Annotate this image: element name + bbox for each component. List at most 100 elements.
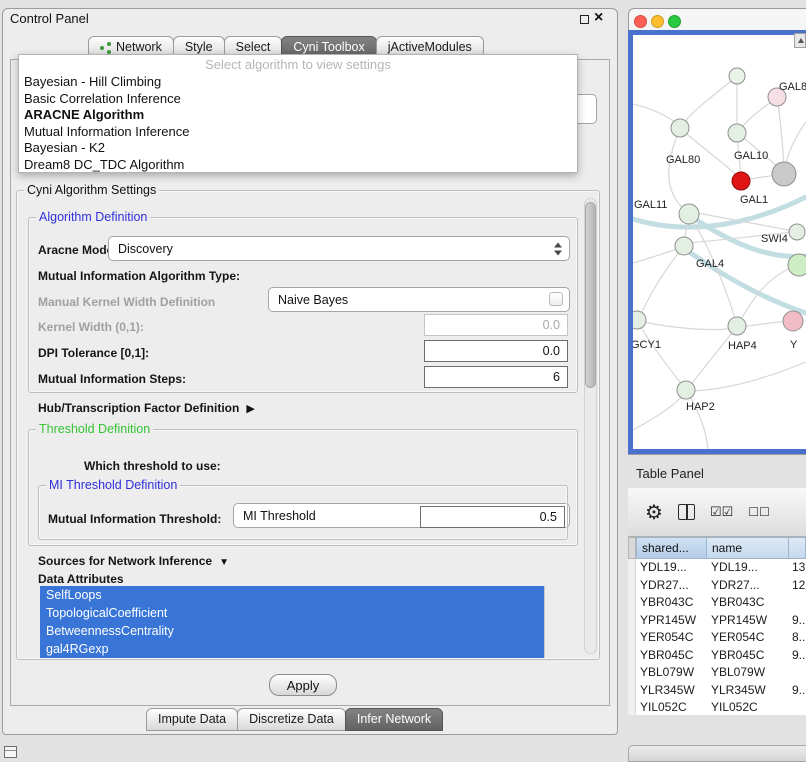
mi-steps-field[interactable]: 6 bbox=[424, 366, 568, 388]
table-row[interactable]: YDL19...YDL19...13... bbox=[628, 559, 806, 577]
network-edge[interactable] bbox=[640, 247, 683, 317]
mi-threshold-value: 0.5 bbox=[540, 510, 557, 524]
algorithm-option[interactable]: Bayesian - Hill Climbing bbox=[19, 74, 577, 91]
network-node[interactable] bbox=[679, 204, 699, 224]
network-edge[interactable] bbox=[777, 97, 784, 170]
column-header-shared-name[interactable]: shared... bbox=[636, 537, 707, 559]
network-edge[interactable] bbox=[633, 394, 684, 430]
kernel-width-field[interactable]: 0.0 bbox=[424, 314, 568, 336]
close-window-icon[interactable] bbox=[594, 9, 603, 27]
hub-section-toggle[interactable]: Hub/Transcription Factor Definition bbox=[38, 399, 255, 417]
unchecked-columns-icon[interactable] bbox=[748, 503, 770, 521]
dpi-tolerance-field[interactable]: 0.0 bbox=[424, 340, 568, 362]
mi-type-select[interactable]: Naive Bayes bbox=[268, 287, 570, 312]
network-node[interactable] bbox=[728, 317, 746, 335]
sources-section-toggle[interactable]: Sources for Network Inference bbox=[38, 552, 229, 570]
cell-name: YBL079W bbox=[707, 664, 790, 682]
table-header-row: shared... name bbox=[628, 537, 806, 559]
aracne-mode-select[interactable]: Discovery bbox=[108, 236, 570, 261]
network-edge[interactable] bbox=[638, 322, 683, 386]
row-gutter bbox=[628, 559, 636, 577]
cell-extra: 9... bbox=[790, 682, 806, 700]
attribute-list-scrollbar[interactable] bbox=[544, 586, 557, 658]
table-row[interactable]: YPR145WYPR145W9... bbox=[628, 612, 806, 630]
algorithm-option[interactable]: Bayesian - K2 bbox=[19, 140, 577, 157]
network-edge[interactable] bbox=[633, 104, 678, 124]
tab-infer-network[interactable]: Infer Network bbox=[345, 708, 443, 731]
attribute-item[interactable]: SelfLoops bbox=[40, 586, 545, 604]
network-edge[interactable] bbox=[682, 76, 737, 126]
algorithm-option[interactable]: Basic Correlation Inference bbox=[19, 91, 577, 108]
column-header-extra[interactable] bbox=[788, 537, 806, 559]
collapse-arrow-icon bbox=[219, 552, 229, 570]
node-label: GAL8 bbox=[779, 81, 806, 93]
network-node[interactable] bbox=[732, 172, 750, 190]
apply-button[interactable]: Apply bbox=[269, 674, 337, 696]
node-label: GAL10 bbox=[734, 150, 768, 162]
cell-name: YPR145W bbox=[707, 612, 790, 630]
network-node[interactable] bbox=[772, 162, 796, 186]
network-edge[interactable] bbox=[740, 321, 790, 327]
network-node[interactable] bbox=[783, 311, 803, 331]
minimized-panel-icon[interactable] bbox=[4, 746, 17, 758]
table-row[interactable]: YBR043CYBR043C bbox=[628, 594, 806, 612]
cell-shared-name: YDL19... bbox=[636, 559, 707, 577]
data-attribute-list: SelfLoopsTopologicalCoefficientBetweenne… bbox=[40, 586, 557, 658]
attribute-item[interactable]: BetweennessCentrality bbox=[40, 622, 545, 640]
sources-section-label: Sources for Network Inference bbox=[38, 554, 212, 568]
network-node[interactable] bbox=[671, 119, 689, 137]
cell-extra bbox=[790, 664, 806, 682]
network-node[interactable] bbox=[789, 224, 805, 240]
tab-impute-data[interactable]: Impute Data bbox=[146, 708, 238, 731]
table-toolbar bbox=[628, 488, 806, 537]
table-row[interactable]: YBR045CYBR045C9... bbox=[628, 647, 806, 665]
algorithm-option[interactable]: ARACNE Algorithm bbox=[19, 107, 577, 124]
network-node[interactable] bbox=[675, 237, 693, 255]
algorithm-option[interactable]: Mutual Information Inference bbox=[19, 124, 577, 141]
attribute-item[interactable]: gal4RGexp bbox=[40, 640, 545, 658]
network-node[interactable] bbox=[728, 124, 746, 142]
columns-icon[interactable] bbox=[678, 504, 695, 520]
network-node[interactable] bbox=[633, 311, 646, 329]
table-row[interactable]: YER054CYER054C8... bbox=[628, 629, 806, 647]
column-header-name[interactable]: name bbox=[706, 537, 789, 559]
close-traffic-light-icon[interactable] bbox=[634, 15, 647, 28]
cell-name: YDR27... bbox=[707, 577, 790, 595]
cell-extra: 9... bbox=[790, 647, 806, 665]
settings-scrollbar-thumb[interactable] bbox=[585, 202, 596, 388]
table-row[interactable]: YIL052CYIL052C bbox=[628, 699, 806, 715]
manual-kernel-checkbox[interactable] bbox=[549, 292, 563, 306]
network-edge[interactable] bbox=[689, 328, 736, 387]
checked-columns-icon[interactable] bbox=[710, 503, 733, 521]
mi-threshold-field[interactable]: 0.5 bbox=[420, 506, 565, 528]
network-canvas-svg[interactable]: GAL8GAL80GAL10GAL11GAL1SWI4GAL4GCY1HAP4Y… bbox=[633, 35, 806, 449]
cell-name: YBR045C bbox=[707, 647, 790, 665]
cell-extra: 12... bbox=[790, 577, 806, 595]
tab-discretize-data[interactable]: Discretize Data bbox=[237, 708, 346, 731]
network-edge[interactable] bbox=[639, 321, 734, 330]
network-node[interactable] bbox=[729, 68, 745, 84]
cell-name: YER054C bbox=[707, 629, 790, 647]
aracne-mode-label: Aracne Mode: bbox=[38, 243, 117, 257]
control-panel-title: Control Panel bbox=[10, 11, 89, 26]
gear-icon[interactable] bbox=[645, 500, 663, 525]
table-row[interactable]: YBL079WYBL079W bbox=[628, 664, 806, 682]
float-window-icon[interactable] bbox=[580, 15, 589, 24]
row-gutter bbox=[628, 612, 636, 630]
attribute-item[interactable]: TopologicalCoefficient bbox=[40, 604, 545, 622]
table-row[interactable]: YLR345WYLR345W9... bbox=[628, 682, 806, 700]
network-edge[interactable] bbox=[669, 128, 686, 211]
node-label: SWI4 bbox=[761, 233, 788, 245]
table-row[interactable]: YDR27...YDR27...12... bbox=[628, 577, 806, 595]
algorithm-option[interactable]: Dream8 DC_TDC Algorithm bbox=[19, 157, 577, 174]
node-label: GAL80 bbox=[666, 154, 700, 166]
network-node[interactable] bbox=[788, 254, 806, 276]
cell-shared-name: YER054C bbox=[636, 629, 707, 647]
minimize-traffic-light-icon[interactable] bbox=[651, 15, 664, 28]
network-edge[interactable] bbox=[633, 248, 681, 263]
cell-extra: 9... bbox=[790, 612, 806, 630]
zoom-traffic-light-icon[interactable] bbox=[668, 15, 681, 28]
birdseye-toggle-icon[interactable] bbox=[794, 33, 806, 48]
network-node[interactable] bbox=[677, 381, 695, 399]
network-edge[interactable] bbox=[785, 122, 806, 169]
